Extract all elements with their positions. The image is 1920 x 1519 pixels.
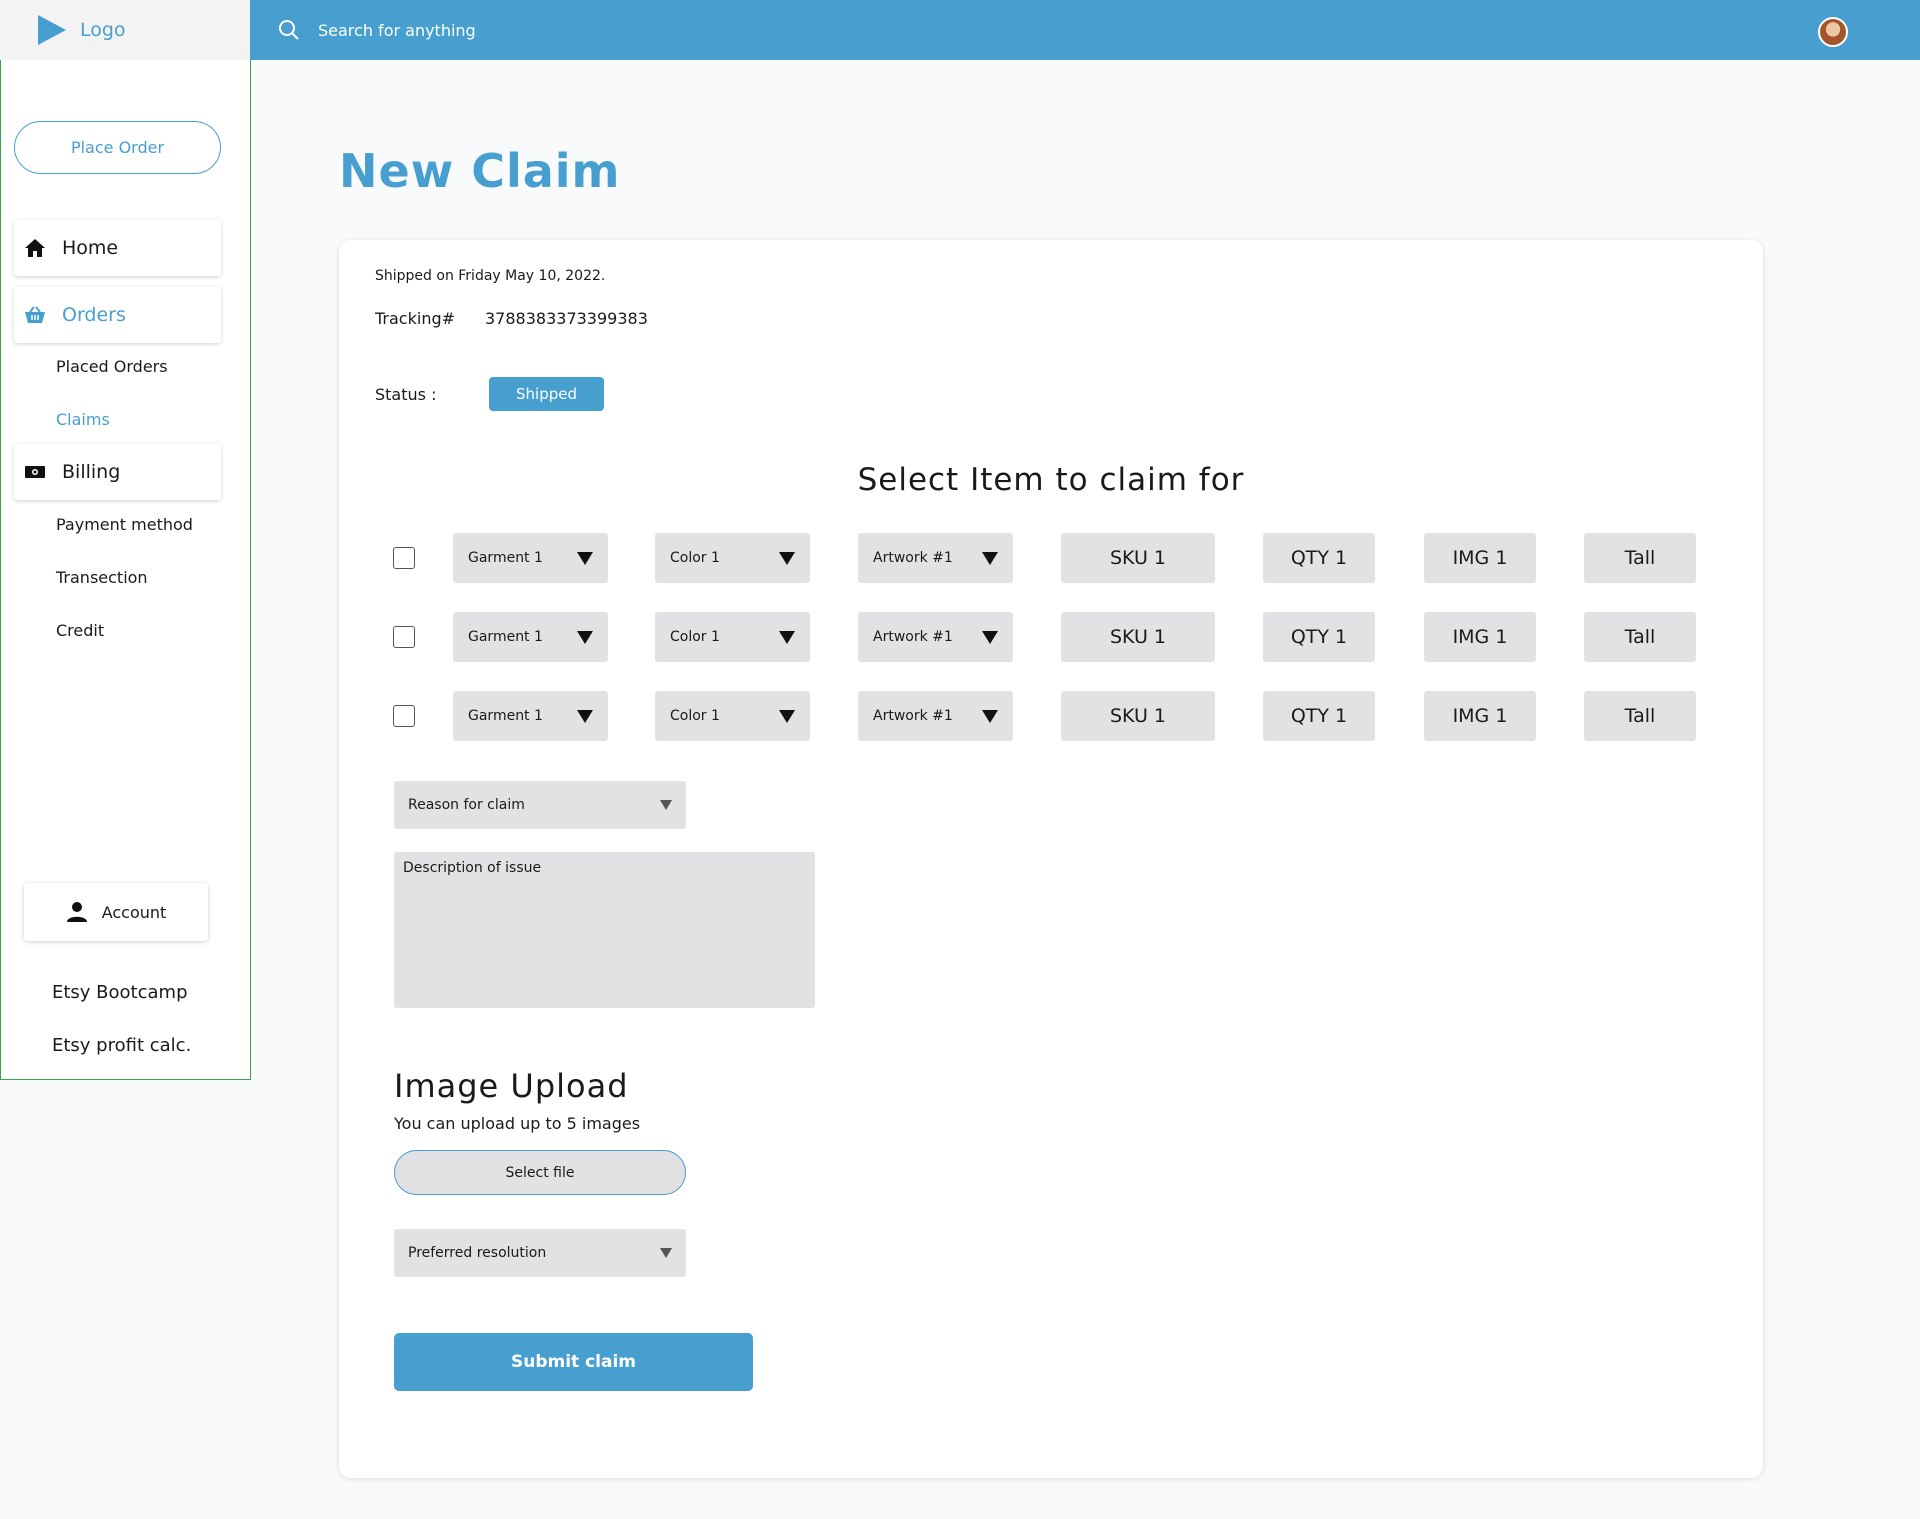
- tracking-number: 3788383373399383: [485, 309, 648, 328]
- tracking-label: Tracking#: [375, 309, 456, 328]
- cash-icon: [22, 465, 48, 479]
- caret-down-icon: [660, 1248, 672, 1258]
- status-label: Status :: [375, 385, 437, 404]
- account-label: Account: [101, 902, 167, 922]
- place-order-button[interactable]: Place Order: [14, 121, 221, 174]
- description-textarea[interactable]: Description of issue: [394, 852, 815, 1008]
- img-box: IMG 1: [1424, 691, 1536, 741]
- garment-select[interactable]: Garment 1: [453, 533, 608, 583]
- caret-down-icon: [577, 709, 593, 723]
- caret-down-icon: [982, 551, 998, 565]
- reason-select[interactable]: Reason for claim: [394, 781, 686, 829]
- color-value: Color 1: [670, 708, 720, 724]
- avatar[interactable]: [1818, 17, 1848, 47]
- qty-box: QTY 1: [1263, 533, 1375, 583]
- qty-box: QTY 1: [1263, 612, 1375, 662]
- size-box: Tall: [1584, 691, 1696, 741]
- item-checkbox[interactable]: [393, 547, 415, 569]
- submit-claim-button[interactable]: Submit claim: [394, 1333, 753, 1391]
- search-icon: [279, 20, 299, 40]
- color-value: Color 1: [670, 550, 720, 566]
- sidebar-item-credit[interactable]: Credit: [56, 621, 104, 640]
- size-box: Tall: [1584, 533, 1696, 583]
- garment-select[interactable]: Garment 1: [453, 691, 608, 741]
- garment-value: Garment 1: [468, 550, 543, 566]
- sidebar-item-billing[interactable]: Billing: [14, 444, 221, 500]
- sidebar-item-orders[interactable]: Orders: [14, 287, 221, 343]
- sidebar-item-transection[interactable]: Transection: [56, 568, 148, 587]
- caret-down-icon: [577, 551, 593, 565]
- sidebar-item-label: Orders: [62, 304, 126, 326]
- item-row: Garment 1 Color 1 Artwork #1 SKU 1 QTY 1…: [339, 612, 1763, 662]
- img-box: IMG 1: [1424, 533, 1536, 583]
- etsy-bootcamp-link[interactable]: Etsy Bootcamp: [52, 982, 188, 1003]
- qty-box: QTY 1: [1263, 691, 1375, 741]
- item-row: Garment 1 Color 1 Artwork #1 SKU 1 QTY 1…: [339, 691, 1763, 741]
- claim-card: Shipped on Friday May 10, 2022. Tracking…: [339, 240, 1763, 1478]
- sku-box: SKU 1: [1061, 533, 1215, 583]
- color-select[interactable]: Color 1: [655, 612, 810, 662]
- caret-down-icon: [982, 709, 998, 723]
- sku-box: SKU 1: [1061, 612, 1215, 662]
- artwork-select[interactable]: Artwork #1: [858, 533, 1013, 583]
- caret-down-icon: [660, 800, 672, 810]
- preferred-resolution-select[interactable]: Preferred resolution: [394, 1229, 686, 1277]
- image-upload-subtitle: You can upload up to 5 images: [394, 1114, 641, 1133]
- sidebar-item-payment-method[interactable]: Payment method: [56, 515, 193, 534]
- garment-select[interactable]: Garment 1: [453, 612, 608, 662]
- item-row: Garment 1 Color 1 Artwork #1 SKU 1 QTY 1…: [339, 533, 1763, 583]
- select-item-title: Select Item to claim for: [857, 462, 1245, 498]
- etsy-profit-calc-link[interactable]: Etsy profit calc.: [52, 1035, 191, 1056]
- size-box: Tall: [1584, 612, 1696, 662]
- artwork-value: Artwork #1: [873, 550, 953, 566]
- play-icon: [38, 15, 66, 45]
- logo[interactable]: Logo: [0, 0, 250, 60]
- caret-down-icon: [982, 630, 998, 644]
- user-icon: [66, 901, 88, 923]
- artwork-select[interactable]: Artwork #1: [858, 691, 1013, 741]
- color-select[interactable]: Color 1: [655, 533, 810, 583]
- logo-text: Logo: [80, 19, 126, 41]
- sku-box: SKU 1: [1061, 691, 1215, 741]
- sidebar-item-label: Billing: [62, 461, 121, 483]
- garment-value: Garment 1: [468, 708, 543, 724]
- shipped-on-text: Shipped on Friday May 10, 2022.: [375, 268, 606, 284]
- sidebar: Place Order Home Orders Placed Orders Cl…: [0, 60, 251, 1080]
- artwork-value: Artwork #1: [873, 629, 953, 645]
- item-checkbox[interactable]: [393, 626, 415, 648]
- artwork-select[interactable]: Artwork #1: [858, 612, 1013, 662]
- preferred-resolution-label: Preferred resolution: [408, 1245, 547, 1261]
- sidebar-item-placed-orders[interactable]: Placed Orders: [56, 357, 168, 376]
- search-bar[interactable]: Search for anything: [278, 0, 476, 60]
- caret-down-icon: [779, 630, 795, 644]
- caret-down-icon: [779, 551, 795, 565]
- description-placeholder: Description of issue: [403, 860, 542, 876]
- sidebar-item-label: Home: [62, 237, 119, 259]
- basket-icon: [22, 306, 48, 324]
- color-value: Color 1: [670, 629, 720, 645]
- color-select[interactable]: Color 1: [655, 691, 810, 741]
- reason-placeholder: Reason for claim: [408, 797, 525, 813]
- sidebar-item-home[interactable]: Home: [14, 220, 221, 276]
- artwork-value: Artwork #1: [873, 708, 953, 724]
- item-checkbox[interactable]: [393, 705, 415, 727]
- garment-value: Garment 1: [468, 629, 543, 645]
- status-badge: Shipped: [489, 377, 604, 411]
- caret-down-icon: [577, 630, 593, 644]
- search-input[interactable]: Search for anything: [318, 21, 476, 40]
- sidebar-item-claims[interactable]: Claims: [56, 410, 110, 429]
- account-button[interactable]: Account: [24, 883, 208, 941]
- img-box: IMG 1: [1424, 612, 1536, 662]
- image-upload-title: Image Upload: [394, 1067, 629, 1105]
- select-file-button[interactable]: Select file: [394, 1150, 686, 1195]
- top-bar: Search for anything: [0, 0, 1920, 60]
- home-icon: [22, 238, 48, 258]
- caret-down-icon: [779, 709, 795, 723]
- page-title: New Claim: [339, 144, 621, 198]
